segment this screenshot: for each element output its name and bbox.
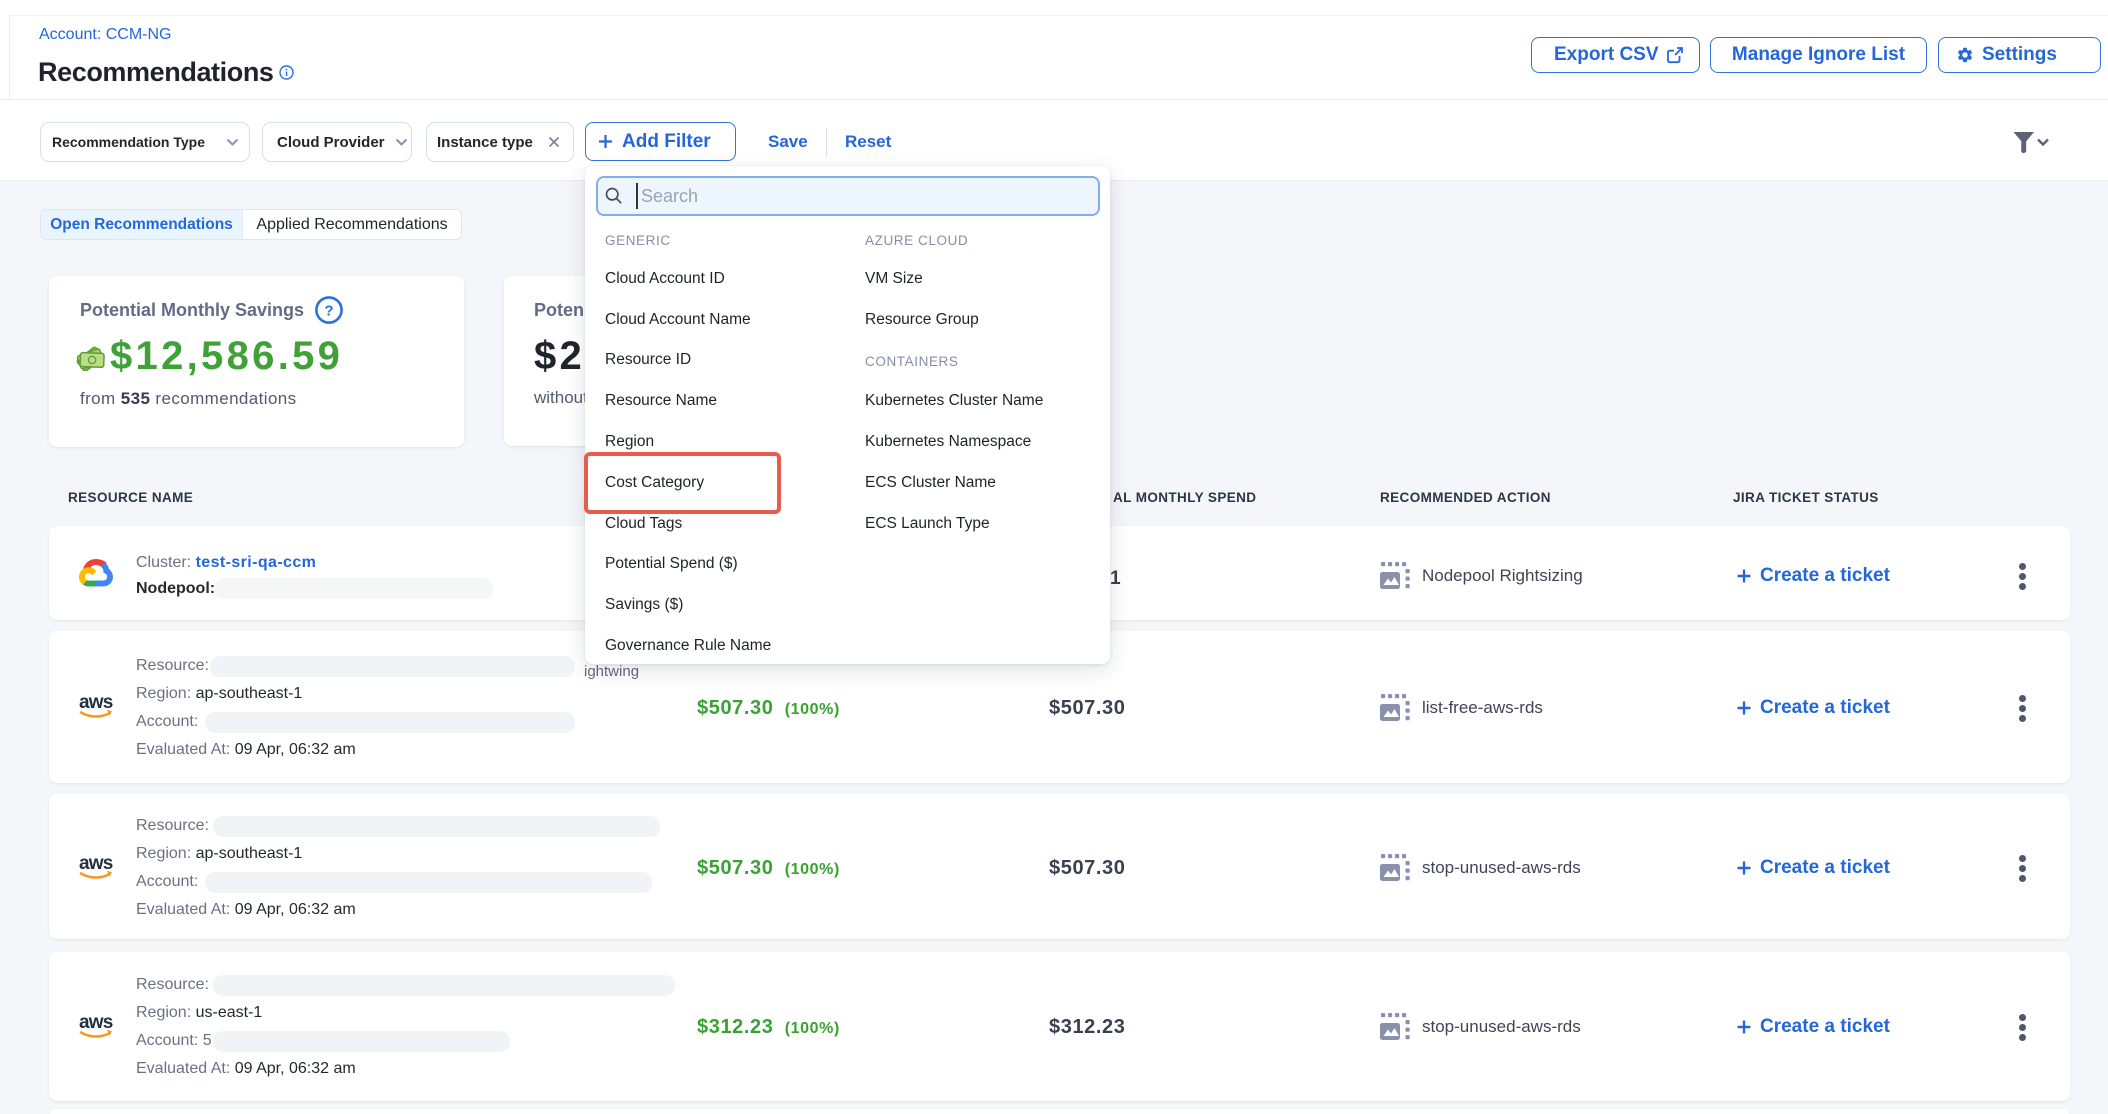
svg-text:?: ?: [324, 303, 333, 320]
